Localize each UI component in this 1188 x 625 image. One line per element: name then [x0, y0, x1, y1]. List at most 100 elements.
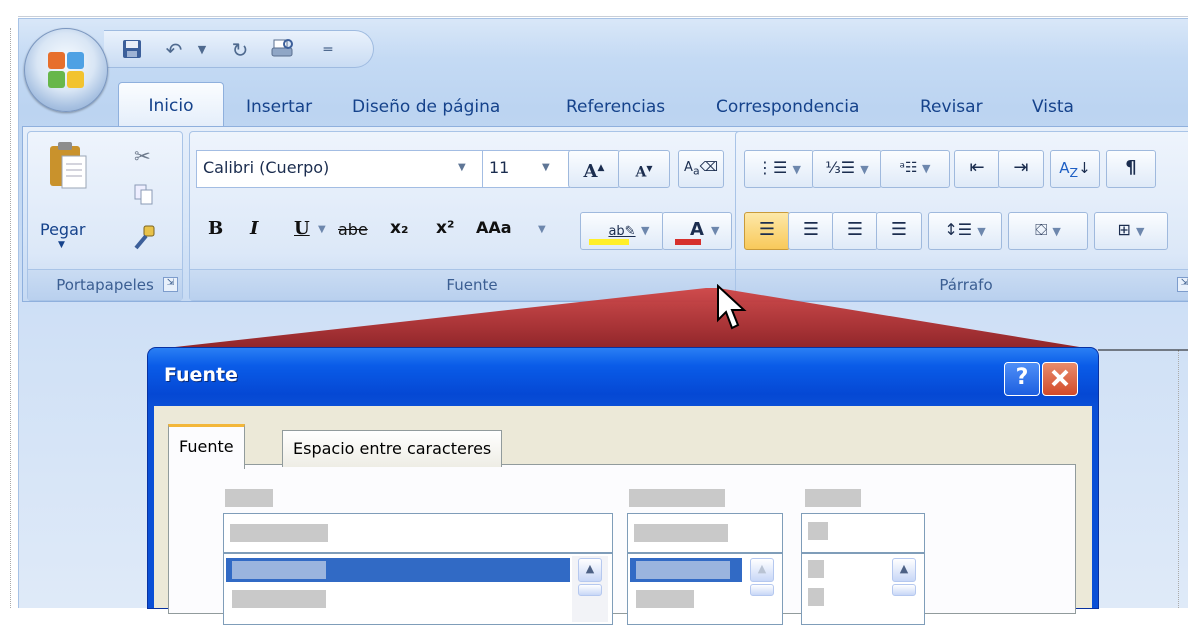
- strikethrough-button[interactable]: abe: [338, 220, 368, 239]
- center-icon[interactable]: ☰: [788, 212, 834, 250]
- font-name-list[interactable]: ▲: [223, 553, 613, 625]
- font-dialog: Fuente ? ▲ ▲ ▲ Fuente Espacio entre cara…: [148, 348, 1098, 625]
- show-marks-icon[interactable]: ¶: [1106, 150, 1156, 188]
- size-label-placeholder: [805, 489, 861, 507]
- shading-icon: ⛋: [1035, 220, 1048, 239]
- subscript-button[interactable]: x₂: [390, 218, 408, 238]
- font-name-dropdown-icon[interactable]: ▼: [458, 162, 466, 173]
- clipboard-group: Pegar ▼ ✂ Portapapeles ⇲: [27, 131, 183, 301]
- scroll-up-icon[interactable]: ▲: [578, 558, 602, 582]
- office-logo-icon: [48, 52, 84, 88]
- font-style-input[interactable]: [627, 513, 783, 553]
- redo-icon[interactable]: ↻: [228, 38, 252, 62]
- font-color-icon: A: [690, 219, 704, 240]
- multilevel-icon: ᵃ☷: [899, 160, 918, 176]
- underline-dropdown-icon[interactable]: ▼: [318, 224, 326, 235]
- font-size-dropdown-icon[interactable]: ▼: [542, 162, 550, 173]
- bullets-button[interactable]: ⋮☰ ▼: [744, 150, 814, 188]
- bold-button[interactable]: B: [208, 218, 223, 239]
- tab-vista[interactable]: Vista: [1024, 88, 1082, 126]
- bullets-icon: ⋮☰: [757, 158, 788, 177]
- save-icon[interactable]: [120, 38, 144, 62]
- font-tab-panel: ▲ ▲ ▲: [168, 464, 1076, 625]
- close-button[interactable]: [1042, 362, 1078, 396]
- shading-button[interactable]: ⛋ ▼: [1008, 212, 1088, 250]
- tab-referencias[interactable]: Referencias: [558, 88, 673, 126]
- highlight-icon: ab✎: [608, 224, 636, 239]
- selected-list-item[interactable]: [630, 558, 742, 582]
- font-size-box[interactable]: 11: [482, 150, 570, 188]
- clipboard-launcher-icon[interactable]: ⇲: [163, 277, 178, 292]
- top-divider: [18, 16, 1188, 17]
- cut-icon[interactable]: ✂: [134, 144, 151, 168]
- align-right-icon[interactable]: ☰: [832, 212, 878, 250]
- italic-button[interactable]: I: [250, 218, 258, 239]
- grow-font-icon[interactable]: A▲: [568, 150, 620, 188]
- tab-insertar[interactable]: Insertar: [238, 88, 320, 126]
- font-color-button[interactable]: A ▼: [662, 212, 732, 250]
- align-left-icon[interactable]: ☰: [744, 212, 790, 250]
- dotted-guide: [1178, 350, 1179, 608]
- undo-icon[interactable]: ↶: [162, 38, 186, 62]
- dialog-body: ▲ ▲ ▲ Fuente Espacio entre caracteres: [154, 406, 1092, 625]
- scroll-up-icon[interactable]: ▲: [892, 558, 916, 582]
- quick-access-toolbar: ↶ ▼ ↻ ═: [104, 30, 374, 68]
- office-button[interactable]: [24, 28, 108, 112]
- print-preview-icon[interactable]: [270, 38, 294, 62]
- tab-fuente[interactable]: Fuente: [168, 424, 245, 469]
- font-label-placeholder: [225, 489, 273, 507]
- tab-revisar[interactable]: Revisar: [912, 88, 991, 126]
- highlight-button[interactable]: ab✎ ▼: [580, 212, 664, 250]
- shrink-font-icon[interactable]: A▼: [618, 150, 670, 188]
- font-name-input[interactable]: [223, 513, 613, 553]
- copy-icon[interactable]: [134, 184, 154, 210]
- font-size-list[interactable]: ▲: [801, 553, 925, 625]
- font-name-box[interactable]: Calibri (Cuerpo): [196, 150, 490, 188]
- justify-icon[interactable]: ☰: [876, 212, 922, 250]
- numbering-button[interactable]: ⅓☰ ▼: [812, 150, 882, 188]
- decrease-indent-icon[interactable]: ⇤: [954, 150, 1000, 188]
- paragraph-group: ⋮☰ ▼ ⅓☰ ▼ ᵃ☷ ▼ ⇤ ⇥ AZ↓ ¶ ☰ ☰ ☰ ☰ ↕☰ ▼ ⛋ …: [735, 131, 1188, 301]
- undo-dropdown-icon[interactable]: ▼: [190, 38, 214, 62]
- clear-format-icon[interactable]: Aa⌫: [678, 150, 724, 188]
- change-case-button[interactable]: AAa: [476, 218, 512, 237]
- paste-icon[interactable]: [48, 140, 88, 192]
- tab-correspondencia[interactable]: Correspondencia: [708, 88, 867, 126]
- multilevel-button[interactable]: ᵃ☷ ▼: [880, 150, 950, 188]
- sort-icon[interactable]: AZ↓: [1050, 150, 1100, 188]
- close-icon: [1051, 369, 1069, 387]
- superscript-button[interactable]: x²: [436, 218, 454, 238]
- ribbon: Pegar ▼ ✂ Portapapeles ⇲ Calibri (Cuerpo…: [22, 126, 1188, 302]
- scroll-thumb[interactable]: [892, 584, 916, 596]
- scroll-thumb[interactable]: [750, 584, 774, 596]
- change-case-dropdown-icon[interactable]: ▼: [538, 224, 546, 235]
- dialog-title-bar[interactable]: Fuente ?: [148, 348, 1098, 406]
- scroll-thumb[interactable]: [578, 584, 602, 596]
- line-spacing-button[interactable]: ↕☰ ▼: [928, 212, 1002, 250]
- style-label-placeholder: [629, 489, 725, 507]
- line-spacing-icon: ↕☰: [944, 220, 973, 239]
- font-group-label: Fuente: [190, 269, 754, 300]
- tab-diseno-de-pagina[interactable]: Diseño de página: [344, 88, 508, 126]
- borders-icon: ⊞: [1117, 220, 1131, 239]
- qat-dropdown-icon[interactable]: ═: [316, 38, 340, 62]
- paragraph-launcher-icon[interactable]: ⇲: [1177, 277, 1188, 292]
- clipboard-group-label: Portapapeles: [28, 269, 182, 300]
- borders-button[interactable]: ⊞ ▼: [1094, 212, 1168, 250]
- paste-label[interactable]: Pegar: [40, 220, 85, 239]
- format-painter-icon[interactable]: [132, 224, 156, 254]
- underline-button[interactable]: U: [294, 218, 310, 239]
- font-group: Calibri (Cuerpo) ▼ 11 ▼ A▲ A▼ Aa⌫ B I U …: [189, 131, 755, 301]
- tab-espacio-entre-caracteres[interactable]: Espacio entre caracteres: [282, 430, 503, 467]
- help-button[interactable]: ?: [1004, 362, 1040, 396]
- tab-inicio[interactable]: Inicio: [118, 82, 224, 129]
- paste-dropdown-icon[interactable]: ▼: [58, 240, 65, 250]
- font-size-input[interactable]: [801, 513, 925, 553]
- dialog-title: Fuente: [164, 364, 238, 386]
- increase-indent-icon[interactable]: ⇥: [998, 150, 1044, 188]
- dotted-guide: [10, 28, 11, 608]
- font-style-list[interactable]: ▲: [627, 553, 783, 625]
- scroll-up-disabled-icon: ▲: [750, 558, 774, 582]
- mouse-cursor-icon: [717, 284, 747, 330]
- selected-list-item[interactable]: [226, 558, 570, 582]
